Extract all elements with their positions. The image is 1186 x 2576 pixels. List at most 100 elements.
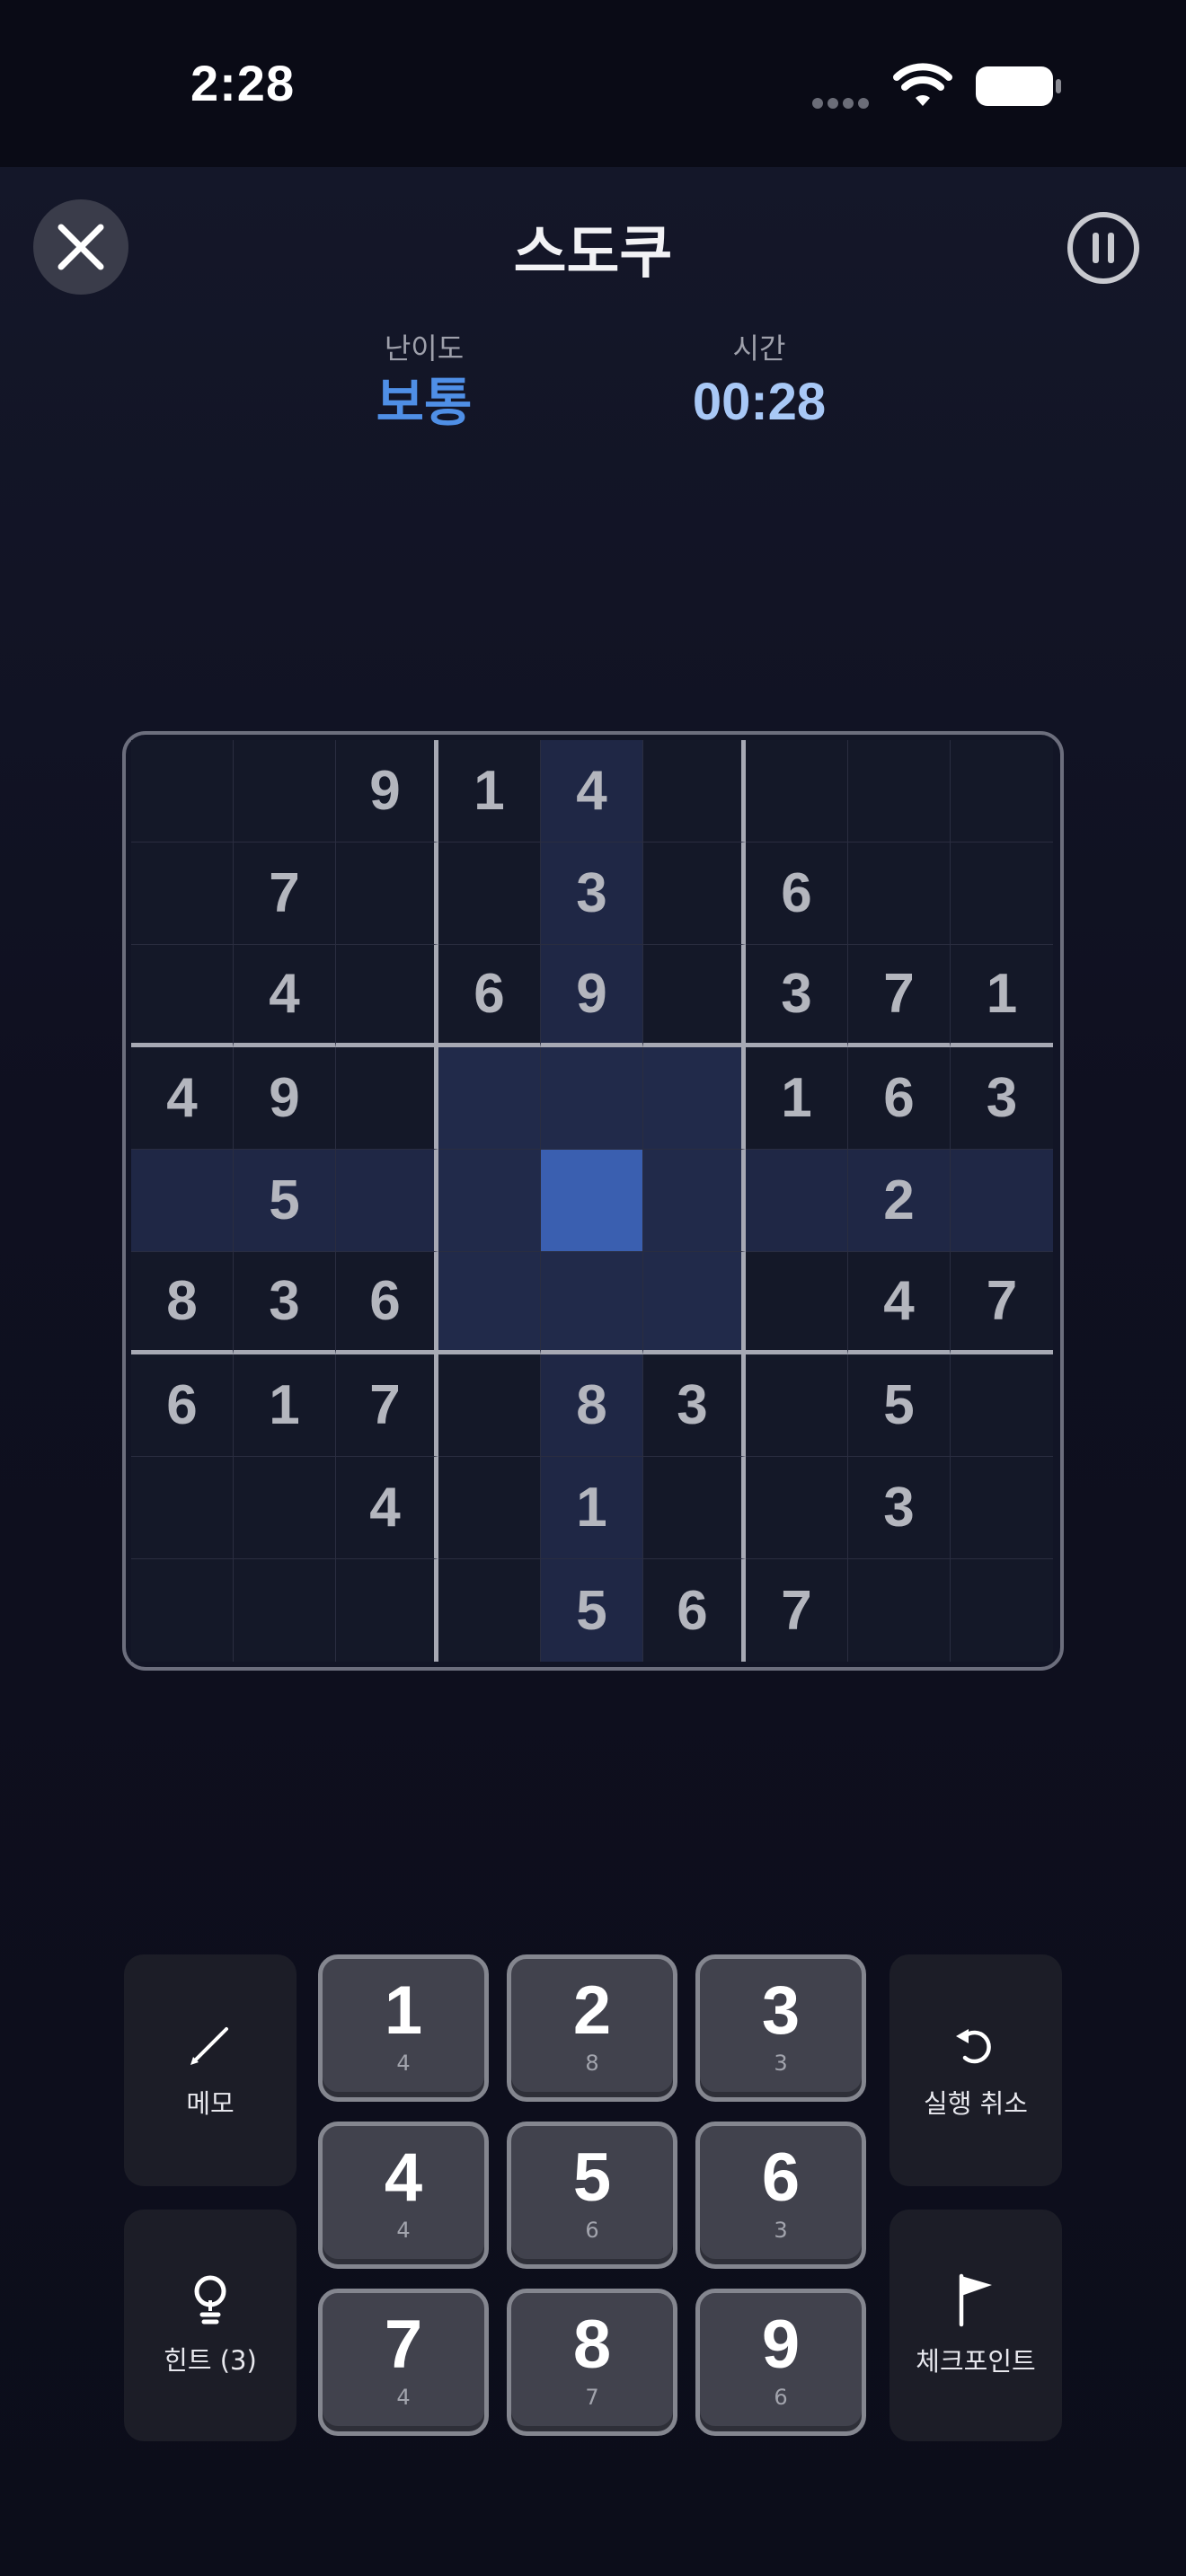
board-cell[interactable] xyxy=(234,1457,336,1559)
board-cell[interactable]: 7 xyxy=(234,842,336,945)
board-cell[interactable] xyxy=(746,1252,848,1354)
board-cell[interactable] xyxy=(438,1150,541,1252)
checkpoint-button[interactable]: 체크포인트 xyxy=(890,2210,1062,2441)
board-cell[interactable] xyxy=(951,740,1053,842)
checkpoint-label: 체크포인트 xyxy=(916,2346,1036,2377)
board-cell[interactable] xyxy=(234,740,336,842)
board-cell[interactable]: 1 xyxy=(234,1354,336,1457)
board-cell[interactable]: 3 xyxy=(951,1047,1053,1150)
board-cell[interactable]: 7 xyxy=(746,1559,848,1662)
number-key-4[interactable]: 44 xyxy=(318,2122,489,2269)
number-key-2[interactable]: 28 xyxy=(507,1954,677,2102)
board-cell[interactable]: 6 xyxy=(746,842,848,945)
board-cell[interactable] xyxy=(541,1252,643,1354)
board-cell[interactable] xyxy=(131,1559,234,1662)
board-cell[interactable] xyxy=(131,1457,234,1559)
board-cell[interactable]: 6 xyxy=(848,1047,951,1150)
board-cell[interactable] xyxy=(131,740,234,842)
board-cell[interactable] xyxy=(643,842,746,945)
board-cell[interactable]: 5 xyxy=(234,1150,336,1252)
board-cell[interactable]: 9 xyxy=(234,1047,336,1150)
board-cell[interactable] xyxy=(951,842,1053,945)
board-cell[interactable]: 3 xyxy=(234,1252,336,1354)
board-cell[interactable] xyxy=(746,1354,848,1457)
board-cell[interactable] xyxy=(643,1150,746,1252)
board-cell[interactable] xyxy=(848,740,951,842)
board-cell[interactable]: 9 xyxy=(541,945,643,1047)
number-key-digit: 8 xyxy=(572,2307,612,2383)
board-cell[interactable]: 4 xyxy=(234,945,336,1047)
board-cell[interactable]: 7 xyxy=(848,945,951,1047)
undo-button[interactable]: 실행 취소 xyxy=(890,1954,1062,2186)
number-key-1[interactable]: 14 xyxy=(318,1954,489,2102)
memo-button[interactable]: 메모 xyxy=(124,1954,296,2186)
board-cell[interactable] xyxy=(643,945,746,1047)
board-cell[interactable] xyxy=(336,945,438,1047)
number-key-digit: 9 xyxy=(761,2307,801,2383)
board-cell[interactable]: 7 xyxy=(336,1354,438,1457)
board-cell[interactable]: 1 xyxy=(746,1047,848,1150)
board-cell[interactable] xyxy=(848,842,951,945)
board-cell[interactable] xyxy=(643,1047,746,1150)
board-cell[interactable]: 8 xyxy=(541,1354,643,1457)
board-cell[interactable]: 9 xyxy=(336,740,438,842)
board-cell[interactable] xyxy=(336,1150,438,1252)
number-key-6[interactable]: 63 xyxy=(695,2122,866,2269)
board-cell[interactable]: 6 xyxy=(438,945,541,1047)
board-cell[interactable]: 6 xyxy=(336,1252,438,1354)
board-cell[interactable]: 4 xyxy=(541,740,643,842)
board-cell[interactable]: 4 xyxy=(848,1252,951,1354)
board-cell[interactable] xyxy=(746,1457,848,1559)
number-key-3[interactable]: 33 xyxy=(695,1954,866,2102)
board-cell[interactable] xyxy=(848,1559,951,1662)
board-cell[interactable] xyxy=(951,1457,1053,1559)
board-cell[interactable]: 6 xyxy=(643,1559,746,1662)
board-cell[interactable]: 4 xyxy=(336,1457,438,1559)
board-cell[interactable] xyxy=(438,842,541,945)
board-cell[interactable] xyxy=(438,1354,541,1457)
board-cell[interactable] xyxy=(746,740,848,842)
board-cell[interactable]: 8 xyxy=(131,1252,234,1354)
board-cell[interactable]: 3 xyxy=(848,1457,951,1559)
board-cell[interactable] xyxy=(643,1457,746,1559)
board-cell[interactable]: 6 xyxy=(131,1354,234,1457)
board-cell[interactable] xyxy=(131,1150,234,1252)
number-key-5[interactable]: 56 xyxy=(507,2122,677,2269)
board-cell[interactable] xyxy=(438,1047,541,1150)
difficulty-label: 난이도 xyxy=(384,331,465,366)
board-cell[interactable] xyxy=(438,1252,541,1354)
board-cell[interactable] xyxy=(643,740,746,842)
board-cell[interactable] xyxy=(336,842,438,945)
hint-button[interactable]: 힌트 (3) xyxy=(124,2210,296,2441)
board-cell[interactable] xyxy=(951,1354,1053,1457)
number-key-9[interactable]: 96 xyxy=(695,2289,866,2436)
board-cell[interactable] xyxy=(234,1559,336,1662)
board-cell[interactable] xyxy=(336,1559,438,1662)
board-cell[interactable]: 1 xyxy=(951,945,1053,1047)
board-cell[interactable] xyxy=(438,1457,541,1559)
pause-button[interactable] xyxy=(1066,210,1141,286)
board-cell[interactable] xyxy=(336,1047,438,1150)
board-cell[interactable] xyxy=(951,1559,1053,1662)
board-cell[interactable]: 1 xyxy=(541,1457,643,1559)
board-cell[interactable] xyxy=(951,1150,1053,1252)
board-cell[interactable]: 5 xyxy=(541,1559,643,1662)
board-cell[interactable]: 1 xyxy=(438,740,541,842)
board-cell[interactable]: 3 xyxy=(541,842,643,945)
board-cell[interactable]: 3 xyxy=(746,945,848,1047)
board-cell[interactable] xyxy=(541,1150,643,1252)
board-cell[interactable]: 4 xyxy=(131,1047,234,1150)
board-cell[interactable] xyxy=(131,842,234,945)
board-cell[interactable] xyxy=(131,945,234,1047)
time-label: 시간 xyxy=(732,331,786,366)
board-cell[interactable]: 2 xyxy=(848,1150,951,1252)
board-cell[interactable] xyxy=(643,1252,746,1354)
board-cell[interactable]: 5 xyxy=(848,1354,951,1457)
board-cell[interactable]: 3 xyxy=(643,1354,746,1457)
board-cell[interactable]: 7 xyxy=(951,1252,1053,1354)
board-cell[interactable] xyxy=(438,1559,541,1662)
number-key-8[interactable]: 87 xyxy=(507,2289,677,2436)
board-cell[interactable] xyxy=(746,1150,848,1252)
number-key-7[interactable]: 74 xyxy=(318,2289,489,2436)
board-cell[interactable] xyxy=(541,1047,643,1150)
